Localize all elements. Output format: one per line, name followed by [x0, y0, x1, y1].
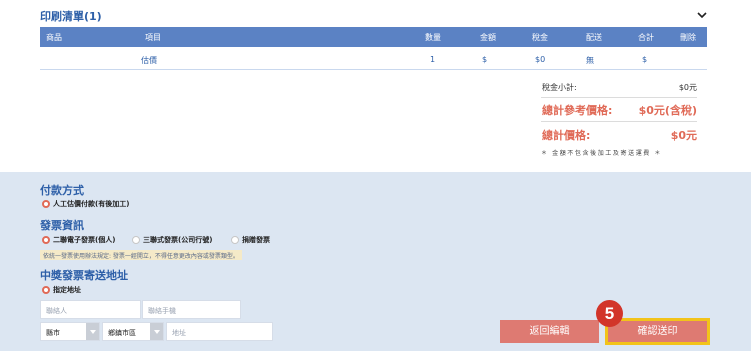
- payment-method-title: 付款方式: [40, 184, 84, 197]
- dropdown-arrow-icon[interactable]: [150, 323, 163, 340]
- row-quantity-cell: 1: [430, 55, 436, 64]
- contact-name-input[interactable]: 聯絡人: [40, 300, 141, 319]
- dropdown-arrow-icon[interactable]: [86, 323, 99, 340]
- payment-option-label: 人工估價付款(有後加工): [53, 200, 130, 208]
- contact-phone-input[interactable]: 聯絡手機: [142, 300, 241, 319]
- county-select[interactable]: 縣市: [40, 322, 100, 341]
- shipping-fee-note: ＊ 金額不包含後加工及寄送運費 ＊: [541, 150, 663, 157]
- invoice-option-triplicate[interactable]: 三聯式發票(公司行號): [132, 235, 212, 245]
- radio-selected-icon[interactable]: [42, 286, 50, 294]
- column-header-quantity: 數量: [425, 33, 441, 42]
- row-tax-cell: $0: [535, 55, 546, 64]
- tax-subtotal-row: 稅金小計: $0元: [541, 78, 697, 98]
- column-header-item: 項目: [145, 33, 161, 42]
- total-price-value: $0元: [670, 129, 697, 142]
- radio-selected-icon[interactable]: [42, 200, 50, 208]
- step-number-badge: 5: [596, 300, 623, 327]
- invoice-rule-hint: 依統一發票使用辦法規定: 發票一經開立，不得任意更改內容或發票類型。: [40, 250, 242, 260]
- table-row: 估價 1 $ $0 無 $: [40, 48, 707, 70]
- row-amount-cell: $: [482, 55, 488, 64]
- radio-selected-icon[interactable]: [42, 236, 50, 244]
- reference-total-label: 總計參考價格:: [542, 104, 613, 117]
- district-select-value: 鄉鎮市區: [108, 329, 136, 337]
- county-select-value: 縣市: [46, 329, 60, 337]
- row-total-cell: $: [642, 55, 648, 64]
- reference-total-row: 總計參考價格: $0元(含稅): [541, 98, 697, 122]
- column-header-total: 合計: [638, 33, 654, 42]
- invoice-option-label: 捐贈發票: [242, 236, 270, 244]
- total-price-label: 總計價格:: [542, 129, 591, 142]
- district-select[interactable]: 鄉鎮市區: [102, 322, 164, 341]
- column-header-product: 商品: [46, 33, 62, 42]
- radio-unselected-icon[interactable]: [231, 236, 239, 244]
- tax-subtotal-label: 稅金小計:: [542, 83, 577, 92]
- column-header-amount: 金額: [480, 33, 496, 42]
- invoice-option-donation[interactable]: 捐贈發票: [231, 235, 270, 245]
- payment-option-manual-quote[interactable]: 人工估價付款(有後加工): [42, 199, 129, 209]
- total-price-row: 總計價格: $0元: [541, 124, 697, 144]
- chevron-down-icon[interactable]: [696, 10, 708, 20]
- invoice-info-title: 發票資訊: [40, 219, 84, 232]
- column-header-delete: 刪除: [680, 33, 696, 42]
- row-item-cell[interactable]: 估價: [141, 55, 157, 66]
- tax-subtotal-value: $0元: [678, 83, 697, 92]
- reference-total-value: $0元(含稅): [638, 104, 697, 117]
- invoice-option-label: 三聯式發票(公司行號): [143, 236, 213, 244]
- confirm-print-button[interactable]: 確認送印: [605, 318, 710, 345]
- invoice-option-e-invoice[interactable]: 二聯電子發票(個人): [42, 235, 115, 245]
- prize-address-title: 中獎發票寄送地址: [40, 269, 128, 282]
- back-to-edit-button[interactable]: 返回編輯: [500, 320, 599, 343]
- row-shipping-cell: 無: [586, 56, 594, 65]
- address-option-label: 指定地址: [53, 286, 81, 294]
- print-list-title: 印刷清單(1): [40, 10, 102, 23]
- radio-unselected-icon[interactable]: [132, 236, 140, 244]
- invoice-option-label: 二聯電子發票(個人): [53, 236, 116, 244]
- address-option-specified[interactable]: 指定地址: [42, 285, 81, 295]
- print-list-header: 商品 項目 數量 金額 稅金 配送 合計 刪除: [40, 27, 707, 47]
- column-header-shipping: 配送: [586, 33, 602, 42]
- column-header-tax: 稅金: [532, 33, 548, 42]
- street-address-input[interactable]: 地址: [166, 322, 273, 341]
